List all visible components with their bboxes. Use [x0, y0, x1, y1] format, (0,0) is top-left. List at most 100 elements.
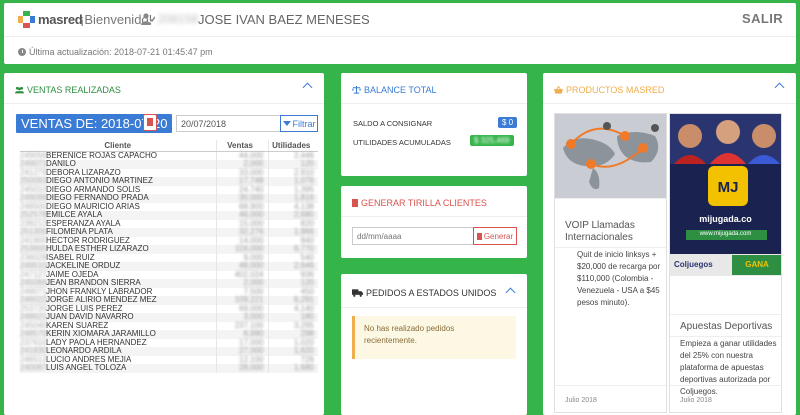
masred-logo[interactable]: masred [18, 11, 83, 28]
balance-panel-title: BALANCE TOTAL [352, 85, 437, 95]
divider [555, 385, 666, 386]
product-card-apuestas[interactable]: MJ mijugada.co www.mijugada.com Coljuego… [669, 113, 782, 413]
ventas-value: 6,990 [243, 329, 264, 338]
logout-button[interactable]: SALIR [742, 11, 783, 26]
card-date: Julio 2018 [565, 397, 597, 404]
productos-panel: PRODUCTOS MASRED VOIP Llamadas Internaci… [543, 73, 796, 415]
pdf-export-button[interactable] [143, 114, 157, 131]
header-divider [4, 36, 796, 37]
truck-icon [352, 289, 363, 297]
generar-button[interactable]: Generar [473, 227, 517, 245]
ventas-value: 3,000 [243, 312, 264, 321]
card-title: VOIP Llamadas Internacionales [565, 220, 635, 243]
card-body: Quit de inicio linksys + $20,000 de reca… [577, 250, 661, 307]
world-map-image [555, 114, 666, 198]
utilidades-value: 2,646 [293, 261, 314, 270]
pedidos-panel-title: PEDIDOS A ESTADOS UNIDOS [352, 288, 496, 298]
mijugada-banner-image: MJ mijugada.co www.mijugada.com Coljuego… [670, 114, 781, 276]
divider [670, 385, 781, 386]
banner-right: GANA [745, 260, 769, 269]
logo-text: masred [38, 12, 83, 27]
ventas-panel-title: VENTAS REALIZADAS [15, 85, 121, 95]
card-title: Apuestas Deportivas [680, 321, 773, 332]
masred-logo-icon [18, 11, 35, 28]
utilidades-label: UTILIDADES ACUMULADAS [353, 138, 451, 147]
ventas-value: 46,000 [239, 210, 264, 219]
saldo-label: SALDO A CONSIGNAR [353, 119, 433, 128]
utilidades-value: $ 325,469 [474, 136, 510, 145]
balance-scale-icon [352, 86, 361, 94]
ventas-date-input[interactable] [176, 115, 282, 132]
ventas-value: 109,221 [234, 295, 264, 304]
user-id: 208158 [158, 12, 199, 26]
last-update-text: Última actualización: 2018-07-21 01:45:4… [29, 47, 213, 57]
mijugada-banner-art: MJ [670, 114, 781, 276]
generar-label: Generar [483, 231, 514, 241]
product-card-voip[interactable]: VOIP Llamadas Internacionales Quit de in… [554, 113, 667, 413]
utilidades-value: 120 [300, 159, 314, 168]
column-header-ventas[interactable]: Ventas [215, 140, 268, 152]
ventas-value: 116,000 [235, 244, 264, 253]
table-row: 240087LUIS ANGEL TOLOZA 28,000 1,680 [20, 363, 318, 373]
tirilla-panel-title: GENERAR TIRILLA CLIENTES [352, 198, 487, 208]
column-header-utilidades[interactable]: Utilidades [267, 140, 318, 152]
ventas-value: 28,000 [239, 363, 264, 372]
utilidades-value: 1,076 [293, 176, 314, 185]
svg-text:MJ: MJ [718, 179, 739, 196]
pedidos-title-text: PEDIDOS A ESTADOS UNIDOS [366, 288, 497, 298]
collapse-chevron-icon[interactable] [302, 82, 313, 93]
utilidades-value: 6,291 [293, 295, 314, 304]
saldo-value-badge: $ 0 [498, 117, 518, 128]
user-check-icon [141, 13, 155, 25]
divider [543, 103, 796, 104]
tirilla-title-text: GENERAR TIRILLA CLIENTES [361, 198, 487, 208]
ventas-value: 17,748 [239, 176, 264, 185]
tirilla-date-input[interactable] [352, 227, 474, 245]
divider [555, 198, 666, 199]
divider [341, 307, 527, 308]
ventas-value: 27,000 [239, 346, 264, 355]
utilidades-value: 1,966 [293, 227, 314, 236]
tirilla-panel: GENERAR TIRILLA CLIENTES Generar [341, 186, 527, 258]
cell-utilidades: 1,680 [267, 363, 318, 373]
sales-table: Cliente Ventas Utilidades 249056BERENICE… [20, 140, 318, 373]
utilidades-value: 298 [300, 329, 314, 338]
divider [4, 103, 324, 104]
divider [670, 314, 781, 315]
filter-label: Filtrar [292, 118, 316, 129]
collapse-chevron-icon[interactable] [774, 82, 785, 93]
clock-icon [18, 48, 26, 56]
cell-cliente: 240087LUIS ANGEL TOLOZA [20, 363, 216, 373]
users-icon [15, 86, 24, 94]
filter-button[interactable]: Filtrar [280, 115, 318, 132]
productos-panel-title: PRODUCTOS MASRED [554, 85, 664, 95]
last-update: Última actualización: 2018-07-21 01:45:4… [18, 47, 213, 57]
pedidos-panel: PEDIDOS A ESTADOS UNIDOS No has realizad… [341, 274, 527, 415]
card-date: Julio 2018 [680, 397, 712, 404]
utilidades-value: 6,770 [293, 244, 314, 253]
column-header-cliente[interactable]: Cliente [20, 140, 216, 152]
banner-url: www.mijugada.com [699, 231, 752, 237]
user-name: JOSE IVAN BAEZ MENESES [198, 12, 370, 27]
ventas-title-text: VENTAS REALIZADAS [27, 85, 121, 95]
header: masred ¡Bienvenido! 208158 JOSE IVAN BAE… [4, 3, 796, 64]
collapse-chevron-icon[interactable] [505, 287, 516, 298]
ventas-value: 30,000 [239, 193, 264, 202]
client-id: 240087 [20, 363, 47, 372]
banner-brand: mijugada.co [699, 214, 752, 224]
ventas-value: 48,000 [239, 261, 264, 270]
divider [341, 103, 527, 104]
no-orders-alert: No has realizado pedidos recientemente. [352, 316, 516, 359]
ventas-panel: VENTAS REALIZADAS VENTAS DE: 2018-07-20 … [4, 73, 324, 415]
cell-ventas: 28,000 [215, 363, 268, 373]
voip-network-image [555, 114, 666, 198]
utilidades-value: 180 [300, 312, 314, 321]
productos-title-text: PRODUCTOS MASRED [566, 85, 665, 95]
utilidades-value: 120 [300, 278, 314, 287]
utilidades-value: 1,680 [293, 363, 314, 372]
shopping-basket-icon [554, 86, 563, 94]
filter-icon [282, 121, 291, 126]
utilidades-value-badge: $ 325,469 [470, 135, 514, 146]
card-body: Empieza a ganar utilidades del 25% con n… [680, 339, 777, 396]
utilidades-value: 1,816 [293, 193, 314, 202]
